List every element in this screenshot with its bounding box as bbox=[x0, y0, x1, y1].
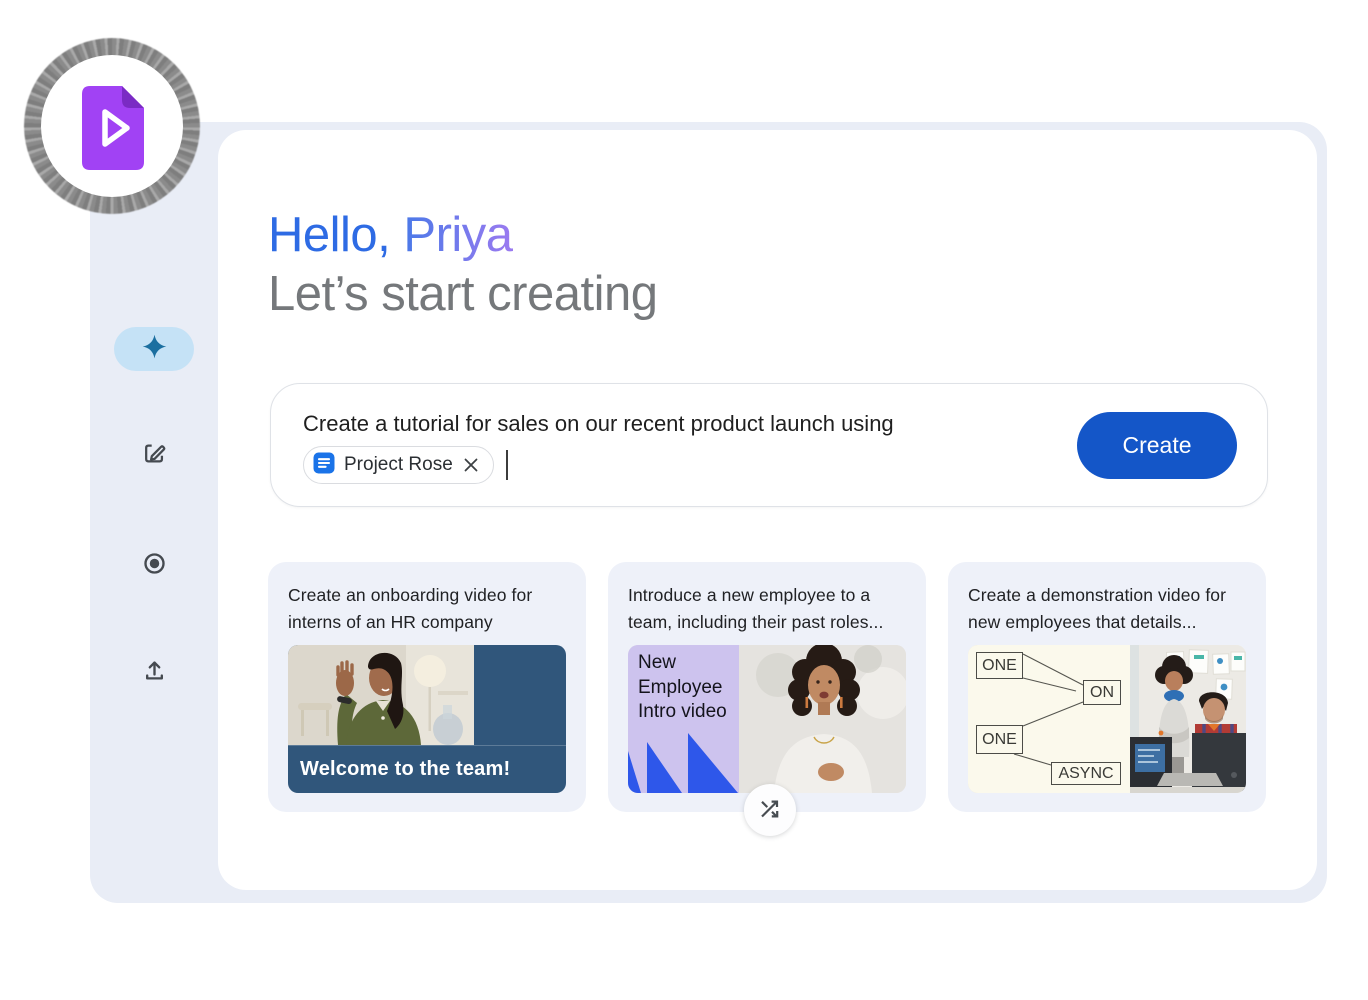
docs-file-icon bbox=[313, 452, 335, 479]
diagram-box-one-top: ONE bbox=[976, 652, 1023, 679]
create-button[interactable]: Create bbox=[1077, 412, 1237, 479]
shuffle-button[interactable] bbox=[744, 784, 796, 836]
sidebar-item-upload[interactable] bbox=[134, 652, 174, 692]
record-icon bbox=[141, 550, 168, 580]
suggestion-card-demonstration[interactable]: Create a demonstration video for new emp… bbox=[948, 562, 1266, 812]
suggestion-card-new-employee[interactable]: Introduce a new employee to a team, incl… bbox=[608, 562, 926, 812]
prompt-second-line: Project Rose bbox=[303, 446, 509, 484]
diagram-box-on: ON bbox=[1083, 680, 1121, 705]
diagram-box-one-bottom: ONE bbox=[976, 725, 1023, 754]
prompt-input[interactable]: Create a tutorial for sales on our recen… bbox=[270, 383, 1268, 507]
greeting-name: Priya bbox=[403, 208, 513, 262]
sparkle-icon bbox=[141, 333, 168, 365]
demonstration-thumbnail: ONE ON ONE ASYNC bbox=[968, 645, 1246, 793]
card-title: Create an onboarding video for interns o… bbox=[288, 585, 533, 632]
onboarding-photo bbox=[288, 645, 474, 745]
close-icon[interactable] bbox=[462, 456, 480, 474]
sidebar-item-record[interactable] bbox=[134, 545, 174, 585]
suggestion-cards: Create an onboarding video for interns o… bbox=[268, 562, 1266, 812]
project-rose-chip[interactable]: Project Rose bbox=[303, 446, 494, 484]
upload-icon bbox=[141, 657, 168, 687]
onboarding-thumbnail: Welcome to the team! bbox=[288, 645, 566, 793]
diagram-box-async: ASYNC bbox=[1051, 762, 1121, 785]
greeting-hello: Hello, bbox=[268, 208, 391, 262]
suggestion-card-onboarding[interactable]: Create an onboarding video for interns o… bbox=[268, 562, 586, 812]
thumb-caption: Welcome to the team! bbox=[288, 745, 566, 793]
slide-title-text: New Employee Intro video bbox=[638, 652, 727, 722]
chip-label: Project Rose bbox=[344, 454, 453, 475]
page-subtitle: Let’s start creating bbox=[268, 267, 658, 321]
new-employee-thumbnail: New Employee Intro video bbox=[628, 645, 906, 793]
card-title: Introduce a new employee to a team, incl… bbox=[628, 585, 884, 632]
sidebar-item-ai-create[interactable] bbox=[114, 327, 194, 371]
page-title: Hello, Priya bbox=[268, 204, 513, 266]
shuffle-icon bbox=[758, 797, 782, 824]
prompt-text: Create a tutorial for sales on our recen… bbox=[303, 411, 894, 436]
vids-doc-play-icon bbox=[82, 86, 144, 175]
vids-home-screen: Hello, Priya Let’s start creating Create… bbox=[0, 0, 1368, 1000]
text-caret bbox=[505, 450, 509, 480]
main-card: Hello, Priya Let’s start creating Create… bbox=[218, 130, 1317, 890]
edit-template-icon bbox=[141, 440, 168, 470]
sidebar-item-edit-template[interactable] bbox=[134, 435, 174, 475]
card-title: Create a demonstration video for new emp… bbox=[968, 585, 1227, 632]
